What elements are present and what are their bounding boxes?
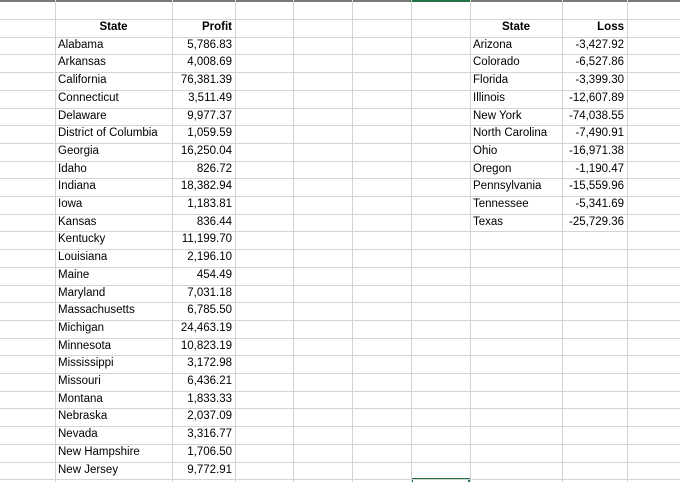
cell-state-left[interactable]: Massachusetts [55,302,172,319]
cell-loss-value[interactable]: -25,729.36 [562,214,627,231]
cell-state-right[interactable]: Illinois [470,90,562,107]
cell-loss-value[interactable]: -74,038.55 [562,108,627,125]
cell-profit-value[interactable]: 3,511.49 [172,90,235,107]
cell-loss-value[interactable]: -5,341.69 [562,196,627,213]
cell-profit-value[interactable]: 826.72 [172,161,235,178]
cell-profit-value[interactable]: 10,823.19 [172,338,235,355]
cell-state-left[interactable]: Arkansas [55,54,172,71]
cell-profit-value[interactable]: 1,059.59 [172,125,235,142]
header-loss[interactable]: Loss [562,19,627,36]
cell-state-right[interactable]: Tennessee [470,196,562,213]
header-state-right[interactable]: State [470,19,562,36]
cell-state-left[interactable]: Indiana [55,178,172,195]
header-profit[interactable]: Profit [172,19,235,36]
cell-profit-value[interactable]: 1,833.33 [172,391,235,408]
cell-profit-value[interactable]: 11,199.70 [172,231,235,248]
cell-state-left[interactable]: New Jersey [55,462,172,479]
cell-profit-value[interactable]: 6,436.21 [172,373,235,390]
cell-state-right[interactable]: North Carolina [470,125,562,142]
cell-loss-value[interactable]: -3,427.92 [562,37,627,54]
cell-profit-value[interactable]: 18,382.94 [172,178,235,195]
cell-state-left[interactable]: Idaho [55,161,172,178]
cell-state-left[interactable]: Maryland [55,285,172,302]
cell-profit-value[interactable]: 76,381.39 [172,72,235,89]
cell-loss-value[interactable]: -15,559.96 [562,178,627,195]
cell-state-left[interactable]: Maine [55,267,172,284]
cell-state-right[interactable]: Pennsylvania [470,178,562,195]
cell-profit-value[interactable]: 3,172.98 [172,355,235,372]
cell-profit-value[interactable]: 4,008.69 [172,54,235,71]
cell-profit-value[interactable]: 16,250.04 [172,143,235,160]
cell-state-right[interactable]: Florida [470,72,562,89]
cell-state-left[interactable]: New Hampshire [55,444,172,461]
cell-loss-value[interactable]: -3,399.30 [562,72,627,89]
cell-loss-value[interactable]: -6,527.86 [562,54,627,71]
cell-profit-value[interactable]: 454.49 [172,267,235,284]
cell-state-right[interactable]: Colorado [470,54,562,71]
cell-state-right[interactable]: Oregon [470,161,562,178]
cell-loss-value[interactable]: -7,490.91 [562,125,627,142]
cell-state-left[interactable]: California [55,72,172,89]
active-column-indicator [410,0,470,2]
cell-loss-value[interactable]: -1,190.47 [562,161,627,178]
cell-loss-value[interactable]: -16,971.38 [562,143,627,160]
cell-state-right[interactable]: New York [470,108,562,125]
cell-state-left[interactable]: Montana [55,391,172,408]
cell-profit-value[interactable]: 3,316.77 [172,426,235,443]
cell-state-left[interactable]: Nebraska [55,408,172,425]
cell-state-right[interactable]: Texas [470,214,562,231]
sheet-top-border [0,0,680,2]
cell-profit-value[interactable]: 836.44 [172,214,235,231]
cell-profit-value[interactable]: 2,037.09 [172,408,235,425]
cell-state-left[interactable]: Alabama [55,37,172,54]
header-state-left[interactable]: State [55,19,172,36]
cell-state-left[interactable]: Delaware [55,108,172,125]
cell-profit-value[interactable]: 1,183.81 [172,196,235,213]
cell-state-left[interactable]: Georgia [55,143,172,160]
cell-state-left[interactable]: Kansas [55,214,172,231]
cell-profit-value[interactable]: 7,031.18 [172,285,235,302]
cell-state-left[interactable]: Missouri [55,373,172,390]
cell-state-left[interactable]: Mississippi [55,355,172,372]
spreadsheet-grid[interactable]: State Profit Alabama 5,786.83 Arkansas 4,008.… [0,0,680,482]
row-gridline [0,479,680,480]
cell-profit-value[interactable]: 24,463.19 [172,320,235,337]
cell-state-left[interactable]: District of Columbia [55,125,172,142]
cell-profit-value[interactable]: 5,786.83 [172,37,235,54]
cell-state-left[interactable]: Louisiana [55,249,172,266]
cell-state-left[interactable]: Kentucky [55,231,172,248]
cell-profit-value[interactable]: 9,772.91 [172,462,235,479]
cell-state-left[interactable]: Connecticut [55,90,172,107]
cell-state-left[interactable]: Nevada [55,426,172,443]
cell-profit-value[interactable]: 1,706.50 [172,444,235,461]
cell-state-right[interactable]: Arizona [470,37,562,54]
cell-state-left[interactable]: Michigan [55,320,172,337]
cell-state-left[interactable]: Minnesota [55,338,172,355]
cell-state-right[interactable]: Ohio [470,143,562,160]
cell-state-left[interactable]: Iowa [55,196,172,213]
cell-loss-value[interactable]: -12,607.89 [562,90,627,107]
cell-profit-value[interactable]: 6,785.50 [172,302,235,319]
cell-profit-value[interactable]: 2,196.10 [172,249,235,266]
cell-profit-value[interactable]: 9,977.37 [172,108,235,125]
